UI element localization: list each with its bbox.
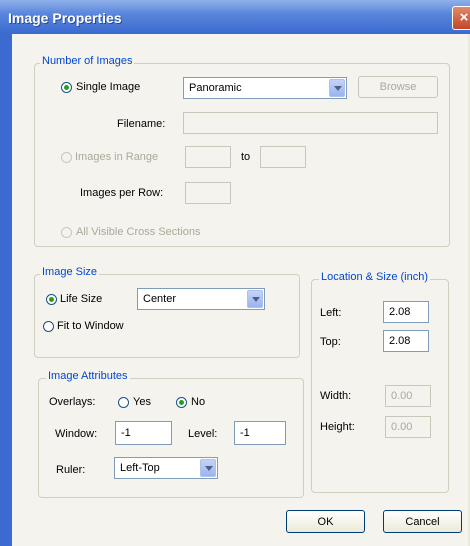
single-image-label: Single Image bbox=[76, 81, 141, 93]
height-field[interactable]: 0.00 bbox=[385, 416, 431, 438]
range-from-field[interactable] bbox=[185, 146, 231, 168]
cancel-button[interactable]: Cancel bbox=[383, 510, 462, 533]
position-value: Center bbox=[143, 293, 177, 305]
ruler-label: Ruler: bbox=[56, 464, 86, 476]
left-field[interactable]: 2.08 bbox=[383, 301, 429, 323]
overlays-yes-radio[interactable] bbox=[118, 397, 129, 408]
image-type-combo[interactable]: Panoramic bbox=[183, 77, 347, 99]
image-size-legend: Image Size bbox=[40, 266, 100, 278]
overlays-yes-label: Yes bbox=[133, 396, 151, 408]
images-in-range-radio[interactable] bbox=[61, 152, 72, 163]
ok-button[interactable]: OK bbox=[286, 510, 365, 533]
range-to-field[interactable] bbox=[260, 146, 306, 168]
single-image-radio[interactable] bbox=[61, 82, 72, 93]
all-visible-label: All Visible Cross Sections bbox=[76, 226, 201, 238]
chevron-down-icon[interactable] bbox=[247, 290, 263, 308]
fit-to-window-label: Fit to Window bbox=[57, 320, 124, 332]
ruler-combo[interactable]: Left-Top bbox=[114, 457, 218, 479]
height-label: Height: bbox=[320, 421, 355, 433]
window-label: Window: bbox=[55, 428, 98, 440]
overlays-label: Overlays: bbox=[49, 396, 96, 408]
overlays-no-label: No bbox=[191, 396, 206, 408]
browse-button[interactable]: Browse bbox=[358, 76, 438, 98]
life-size-label: Life Size bbox=[60, 293, 103, 305]
width-field[interactable]: 0.00 bbox=[385, 385, 431, 407]
chevron-down-icon[interactable] bbox=[329, 79, 345, 97]
range-to-label: to bbox=[241, 151, 251, 163]
level-field[interactable]: -1 bbox=[234, 421, 286, 445]
life-size-radio[interactable] bbox=[46, 294, 57, 305]
top-label: Top: bbox=[320, 336, 341, 348]
top-field[interactable]: 2.08 bbox=[383, 330, 429, 352]
level-label: Level: bbox=[188, 428, 218, 440]
left-label: Left: bbox=[320, 307, 342, 319]
filename-field[interactable] bbox=[183, 112, 438, 134]
number-of-images-legend: Number of Images bbox=[40, 55, 135, 67]
chevron-down-icon[interactable] bbox=[200, 459, 216, 477]
image-size-group bbox=[34, 274, 300, 358]
width-label: Width: bbox=[320, 390, 352, 402]
all-visible-radio[interactable] bbox=[61, 227, 72, 238]
overlays-no-radio[interactable] bbox=[176, 397, 187, 408]
images-per-row-label: Images per Row: bbox=[80, 187, 164, 199]
images-per-row-field[interactable] bbox=[185, 182, 231, 204]
ruler-value: Left-Top bbox=[120, 462, 160, 474]
window-field[interactable]: -1 bbox=[115, 421, 172, 445]
filename-label: Filename: bbox=[117, 118, 166, 130]
images-in-range-label: Images in Range bbox=[75, 151, 159, 163]
location-size-legend: Location & Size (inch) bbox=[319, 271, 430, 283]
image-attributes-legend: Image Attributes bbox=[46, 370, 130, 382]
window-title: Image Properties bbox=[8, 10, 122, 26]
image-type-value: Panoramic bbox=[189, 82, 242, 94]
fit-to-window-radio[interactable] bbox=[43, 321, 54, 332]
position-combo[interactable]: Center bbox=[137, 288, 265, 310]
window-frame-left bbox=[0, 34, 12, 546]
close-button[interactable]: × bbox=[452, 6, 470, 30]
